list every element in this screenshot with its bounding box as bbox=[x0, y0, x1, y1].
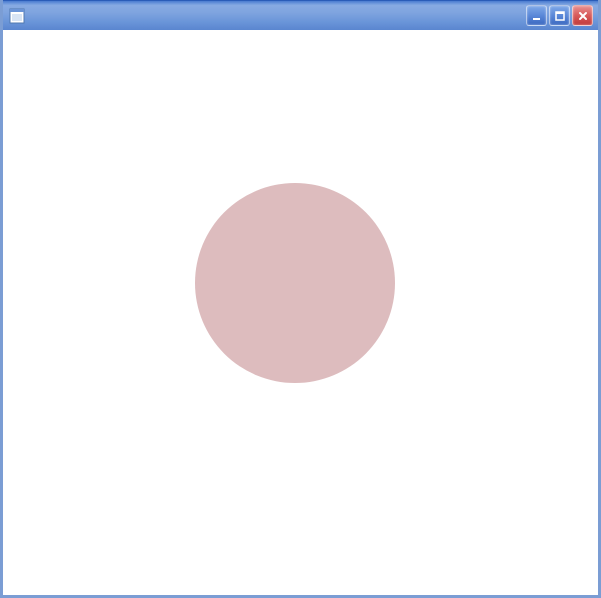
circle-shape bbox=[195, 183, 395, 383]
app-icon bbox=[9, 8, 25, 24]
close-button[interactable] bbox=[572, 5, 593, 26]
minimize-button[interactable] bbox=[526, 5, 547, 26]
application-window bbox=[0, 0, 601, 598]
titlebar[interactable] bbox=[3, 0, 598, 30]
content-area bbox=[3, 30, 598, 595]
maximize-button[interactable] bbox=[549, 5, 570, 26]
window-controls bbox=[526, 5, 593, 26]
